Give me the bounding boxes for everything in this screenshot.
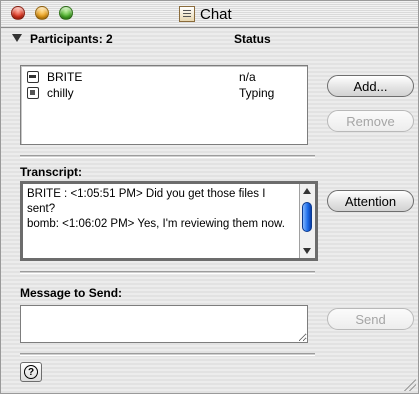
network-icon bbox=[27, 71, 39, 83]
title-bar[interactable]: Chat bbox=[1, 1, 418, 28]
transcript-label: Transcript: bbox=[20, 165, 83, 179]
transcript-box[interactable]: BRITE : <1:05:51 PM> Did you get those f… bbox=[20, 181, 318, 261]
transcript-text: BRITE : <1:05:51 PM> Did you get those f… bbox=[27, 188, 285, 230]
participant-row[interactable]: BRITE n/a bbox=[25, 69, 300, 85]
divider bbox=[20, 155, 315, 158]
transcript-scrollbar[interactable] bbox=[299, 184, 315, 258]
scroll-thumb[interactable] bbox=[302, 202, 312, 232]
divider bbox=[20, 353, 315, 356]
participant-status: n/a bbox=[239, 70, 256, 84]
scroll-down-arrow-icon[interactable] bbox=[303, 248, 311, 254]
scroll-up-arrow-icon[interactable] bbox=[303, 188, 311, 194]
chat-window: Chat Participants: 2 Status BRITE n/a ch… bbox=[0, 0, 419, 394]
chat-document-icon bbox=[179, 6, 195, 22]
attention-button[interactable]: Attention bbox=[327, 190, 414, 212]
disclosure-triangle-icon[interactable] bbox=[12, 34, 22, 42]
participants-header: Participants: 2 bbox=[30, 32, 113, 46]
send-button[interactable]: Send bbox=[327, 308, 414, 330]
divider bbox=[20, 271, 315, 274]
participant-row[interactable]: chilly Typing bbox=[25, 85, 300, 101]
resize-grip-icon[interactable] bbox=[404, 379, 416, 391]
close-button[interactable] bbox=[11, 6, 25, 20]
status-column-header: Status bbox=[234, 32, 271, 46]
message-input[interactable] bbox=[20, 305, 308, 343]
participant-name: BRITE bbox=[47, 70, 83, 84]
document-icon bbox=[27, 87, 39, 99]
minimize-button[interactable] bbox=[35, 6, 49, 20]
help-button[interactable]: ? bbox=[20, 362, 42, 382]
participants-list[interactable]: BRITE n/a chilly Typing bbox=[20, 65, 308, 145]
participant-status: Typing bbox=[239, 86, 275, 100]
add-button[interactable]: Add... bbox=[327, 75, 414, 97]
question-mark-icon: ? bbox=[24, 365, 38, 379]
remove-button[interactable]: Remove bbox=[327, 110, 414, 132]
participant-name: chilly bbox=[47, 86, 74, 100]
zoom-button[interactable] bbox=[59, 6, 73, 20]
message-label: Message to Send: bbox=[20, 286, 123, 300]
window-title: Chat bbox=[179, 4, 232, 24]
window-title-text: Chat bbox=[200, 5, 232, 23]
